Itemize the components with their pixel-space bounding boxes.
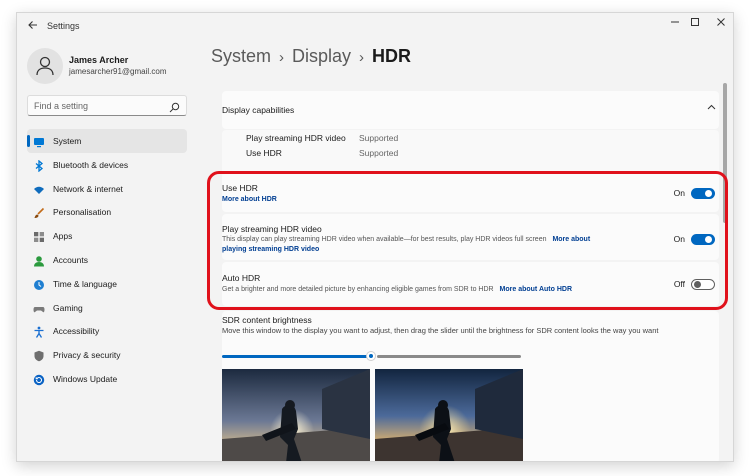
sidebar-item-windows-update[interactable]: Windows Update (27, 367, 187, 391)
sidebar-item-label: Apps (53, 231, 73, 242)
sidebar-item-label: Privacy & security (53, 350, 121, 361)
slider-track-filled[interactable] (222, 355, 370, 358)
sidebar-item-gaming[interactable]: Gaming (27, 296, 187, 320)
user-name: James Archer (69, 55, 129, 65)
sidebar-item-personalisation[interactable]: Personalisation (27, 200, 187, 224)
wifi-icon (33, 183, 45, 195)
person-icon (36, 56, 54, 76)
back-arrow-icon[interactable] (25, 19, 41, 35)
sidebar-item-label: Bluetooth & devices (53, 159, 129, 170)
sidebar-item-label: Personalisation (53, 207, 112, 218)
breadcrumb-system[interactable]: System (211, 46, 271, 66)
monitor-icon (33, 135, 45, 148)
user-email: jamesarcher91@gmail.com (69, 67, 167, 76)
shield-icon (33, 349, 45, 362)
brush-icon (33, 206, 45, 219)
sidebar-item-accessibility[interactable]: Accessibility (27, 319, 187, 343)
sidebar: James Archer jamesarcher91@gmail.com Sys… (17, 41, 203, 461)
update-icon (33, 373, 45, 386)
accessibility-icon (33, 325, 45, 339)
sidebar-item-apps[interactable]: Apps (27, 224, 187, 248)
sdr-description: Move this window to the display you want… (222, 326, 659, 335)
sidebar-item-label: Network & internet (53, 183, 123, 194)
sdr-preview-image (222, 369, 370, 461)
capability-name: Play streaming HDR video (246, 133, 346, 143)
hdr-preview-image (375, 369, 523, 461)
sidebar-item-bluetooth[interactable]: Bluetooth & devices (27, 153, 187, 177)
display-capabilities-header[interactable]: Display capabilities (222, 91, 719, 129)
sidebar-item-label: System (53, 136, 82, 146)
chevron-right-icon: › (359, 49, 365, 66)
person-icon (33, 254, 45, 267)
highlight-annotation (207, 171, 728, 310)
sidebar-item-time-language[interactable]: Time & language (27, 272, 187, 296)
search-box[interactable] (27, 95, 187, 116)
sidebar-nav: System Bluetooth & devices Network & int… (27, 129, 187, 391)
sidebar-item-system[interactable]: System (27, 129, 187, 153)
app-title: Settings (47, 21, 80, 31)
breadcrumb: System › Display › HDR (211, 46, 411, 67)
chevron-up-icon[interactable] (703, 101, 719, 117)
capability-name: Use HDR (246, 148, 282, 158)
sidebar-item-label: Time & language (53, 278, 117, 289)
chevron-right-icon: › (279, 49, 285, 66)
title-bar: Settings (17, 13, 733, 41)
sidebar-item-accounts[interactable]: Accounts (27, 248, 187, 272)
search-input[interactable] (34, 99, 164, 113)
section-title: Display capabilities (222, 105, 295, 115)
settings-window: Settings James Archer jamesarcher91@gmai… (16, 12, 734, 462)
sdr-title: SDR content brightness (222, 315, 312, 325)
gamepad-icon (33, 302, 45, 314)
search-icon[interactable] (169, 100, 180, 118)
sidebar-item-label: Accessibility (53, 326, 100, 337)
avatar[interactable] (27, 48, 63, 84)
globe-clock-icon (33, 278, 45, 290)
close-icon[interactable] (706, 16, 733, 34)
page-title: HDR (372, 46, 412, 66)
sidebar-item-network[interactable]: Network & internet (27, 177, 187, 201)
sdr-brightness-slider-thumb[interactable] (367, 352, 375, 360)
sidebar-item-label: Accounts (53, 254, 88, 265)
breadcrumb-display[interactable]: Display (292, 46, 351, 66)
capability-value: Supported (359, 148, 399, 158)
sidebar-item-privacy[interactable]: Privacy & security (27, 343, 187, 367)
capability-value: Supported (359, 133, 399, 143)
sidebar-item-label: Windows Update (53, 373, 118, 384)
sidebar-item-label: Gaming (53, 302, 83, 313)
slider-track-empty[interactable] (377, 355, 521, 358)
bluetooth-icon (33, 159, 45, 173)
apps-icon (33, 230, 45, 243)
